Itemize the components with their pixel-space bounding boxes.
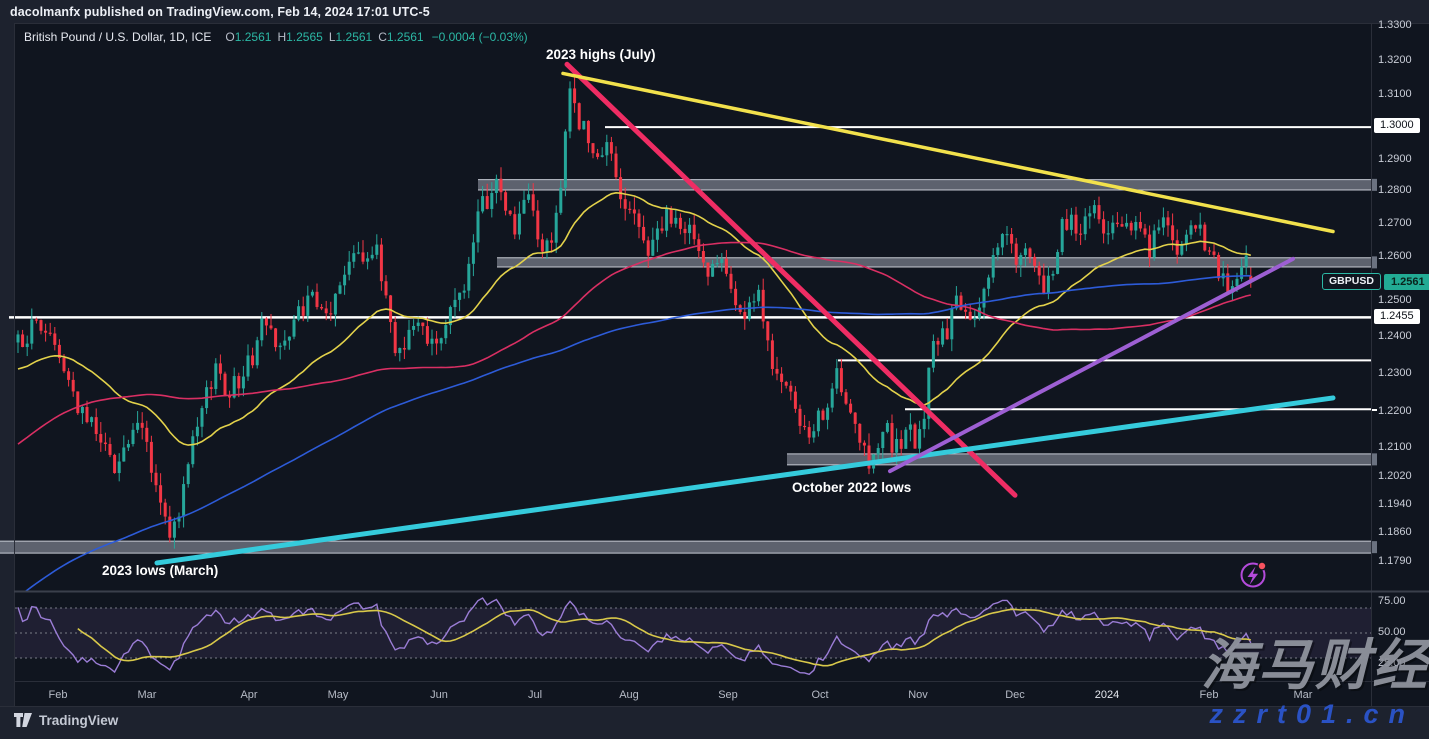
price-axis-label[interactable]: 1.2500: [1378, 294, 1412, 306]
time-axis-label[interactable]: May: [328, 689, 349, 701]
ohlc-value: 1.2561: [336, 30, 373, 44]
ohlc-key: L: [329, 30, 336, 44]
ohlc-value: 1.2561: [235, 30, 272, 44]
rsi-panel-layer: [15, 598, 1371, 674]
ohlc-value: 1.2565: [286, 30, 323, 44]
time-axis-label[interactable]: Feb: [49, 689, 68, 701]
price-axis-label[interactable]: 1.3300: [1378, 19, 1412, 31]
price-axis-label[interactable]: 1.2100: [1378, 441, 1412, 453]
time-axis-label[interactable]: Sep: [718, 689, 738, 701]
last-price-value: 1.2561: [1384, 274, 1429, 290]
time-axis-label[interactable]: 2024: [1095, 689, 1119, 701]
time-axis-label[interactable]: Apr: [240, 689, 257, 701]
trendline-major-downtrend: [563, 73, 1333, 231]
chart-annotation: 2023 lows (March): [102, 563, 218, 578]
tradingview-logo-icon: [14, 713, 33, 728]
last-price-badge: GBPUSD 1.2561: [1322, 273, 1429, 290]
time-axis-label[interactable]: Mar: [138, 689, 157, 701]
flash-refresh-button[interactable]: [1242, 562, 1267, 587]
chart-widget[interactable]: British Pound / U.S. Dollar, 1D, ICEO1.2…: [0, 23, 1429, 706]
tradingview-logo[interactable]: TradingView: [14, 713, 118, 728]
pane-borders: [14, 23, 1429, 706]
key-levels-layer: [9, 127, 1372, 409]
time-axis-label[interactable]: Dec: [1005, 689, 1025, 701]
time-axis-label[interactable]: Nov: [908, 689, 928, 701]
trendline-major-uptrend: [157, 398, 1333, 563]
ohlc-values: O1.2561H1.2565L1.2561C1.2561: [219, 30, 423, 44]
price-axis-label[interactable]: 1.2800: [1378, 184, 1412, 196]
price-axis-label[interactable]: 1.2300: [1378, 367, 1412, 379]
symbol-legend[interactable]: British Pound / U.S. Dollar, 1D, ICEO1.2…: [24, 30, 528, 44]
price-axis-label[interactable]: 1.2400: [1378, 330, 1412, 342]
publish-info: dacolmanfx published on TradingView.com,…: [10, 5, 430, 19]
candles-layer: [17, 77, 1253, 548]
rsi-axis-label[interactable]: 75.00: [1378, 595, 1406, 607]
chart-annotation: October 2022 lows: [792, 480, 911, 495]
chart-annotation: 2023 highs (July): [546, 47, 656, 62]
tradingview-logo-text: TradingView: [39, 713, 118, 728]
ohlc-value: 1.2561: [387, 30, 424, 44]
chart-canvas[interactable]: [0, 23, 1429, 739]
watermark-cjk: 海马财经: [1201, 638, 1429, 693]
time-axis-label[interactable]: Jul: [528, 689, 542, 701]
ohlc-key: C: [378, 30, 387, 44]
trendline-steep-downtrend: [567, 64, 1015, 495]
trendline-minor-uptrend: [890, 259, 1293, 471]
symbol-badge: GBPUSD: [1322, 273, 1381, 290]
price-level-badge: 1.3000: [1374, 118, 1420, 133]
price-axis-label[interactable]: 1.3100: [1378, 88, 1412, 100]
price-axis-label[interactable]: 1.2020: [1378, 470, 1412, 482]
price-axis-label[interactable]: 1.2600: [1378, 250, 1412, 262]
price-axis-label[interactable]: 1.2900: [1378, 153, 1412, 165]
time-axis-label[interactable]: Jun: [430, 689, 448, 701]
price-axis-label[interactable]: 1.1940: [1378, 498, 1412, 510]
ohlc-key: H: [277, 30, 286, 44]
time-axis-label[interactable]: Aug: [619, 689, 639, 701]
time-axis-label[interactable]: Oct: [811, 689, 828, 701]
price-axis-label[interactable]: 1.2700: [1378, 217, 1412, 229]
zones-layer: [0, 179, 1377, 553]
watermark-url: zzrt01.cn: [1209, 701, 1415, 728]
price-axis-label[interactable]: 1.1860: [1378, 526, 1412, 538]
tradingview-published-chart: dacolmanfx published on TradingView.com,…: [0, 0, 1429, 739]
price-axis-label[interactable]: 1.3200: [1378, 54, 1412, 66]
price-axis-label[interactable]: 1.2200: [1378, 405, 1412, 417]
price-axis-label[interactable]: 1.1790: [1378, 555, 1412, 567]
moving-averages-layer: [18, 193, 1251, 597]
ma-line-ma_yellow: [18, 193, 1251, 445]
symbol-title: British Pound / U.S. Dollar, 1D, ICE: [24, 30, 211, 44]
ohlc-key: O: [225, 30, 234, 44]
change-value: −0.0004 (−0.03%): [432, 30, 528, 44]
price-level-badge: 1.2455: [1374, 309, 1420, 324]
